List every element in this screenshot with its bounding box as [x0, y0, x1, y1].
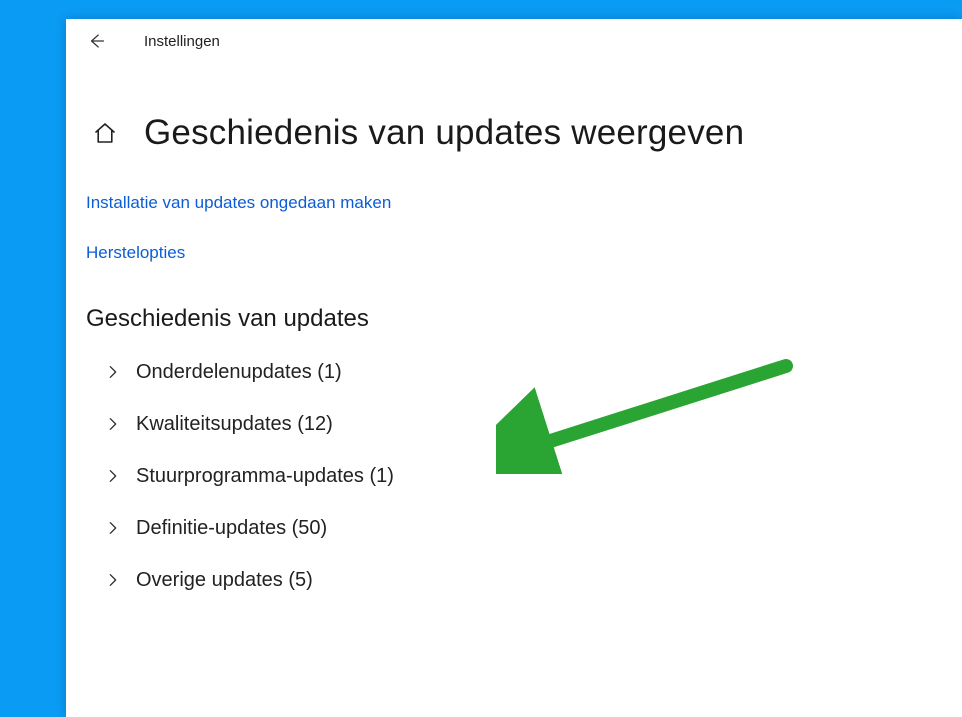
expander-stuurprogramma-updates[interactable]: Stuurprogramma-updates (1): [104, 455, 942, 497]
settings-window: Instellingen Geschiedenis van updates we…: [66, 19, 962, 717]
home-icon: [93, 121, 117, 145]
expander-definitie-updates[interactable]: Definitie-updates (50): [104, 507, 942, 549]
chevron-right-icon: [104, 364, 122, 380]
arrow-left-icon: [87, 32, 105, 50]
back-button[interactable]: [86, 31, 106, 51]
expander-label: Onderdelenupdates (1): [136, 361, 342, 384]
heading-row: Geschiedenis van updates weergeven: [86, 113, 942, 153]
expander-onderdelenupdates[interactable]: Onderdelenupdates (1): [104, 351, 942, 393]
section-title: Geschiedenis van updates: [86, 305, 942, 333]
expander-label: Kwaliteitsupdates (12): [136, 413, 333, 436]
chevron-right-icon: [104, 416, 122, 432]
expander-label: Definitie-updates (50): [136, 517, 327, 540]
links-block: Installatie van updates ongedaan maken H…: [86, 193, 942, 263]
expander-overige-updates[interactable]: Overige updates (5): [104, 559, 942, 601]
recovery-options-link[interactable]: Herstelopties: [86, 243, 942, 263]
home-button[interactable]: [92, 120, 118, 146]
expander-label: Overige updates (5): [136, 569, 313, 592]
content: Geschiedenis van updates weergeven Insta…: [66, 63, 962, 601]
page-title: Geschiedenis van updates weergeven: [144, 113, 744, 153]
chevron-right-icon: [104, 468, 122, 484]
expander-label: Stuurprogramma-updates (1): [136, 465, 394, 488]
desktop: Instellingen Geschiedenis van updates we…: [0, 0, 962, 717]
uninstall-updates-link[interactable]: Installatie van updates ongedaan maken: [86, 193, 942, 213]
expander-kwaliteitsupdates[interactable]: Kwaliteitsupdates (12): [104, 403, 942, 445]
chevron-right-icon: [104, 520, 122, 536]
app-name: Instellingen: [144, 33, 220, 50]
chevron-right-icon: [104, 572, 122, 588]
expander-list: Onderdelenupdates (1) Kwaliteitsupdates …: [86, 351, 942, 601]
titlebar: Instellingen: [66, 19, 962, 63]
